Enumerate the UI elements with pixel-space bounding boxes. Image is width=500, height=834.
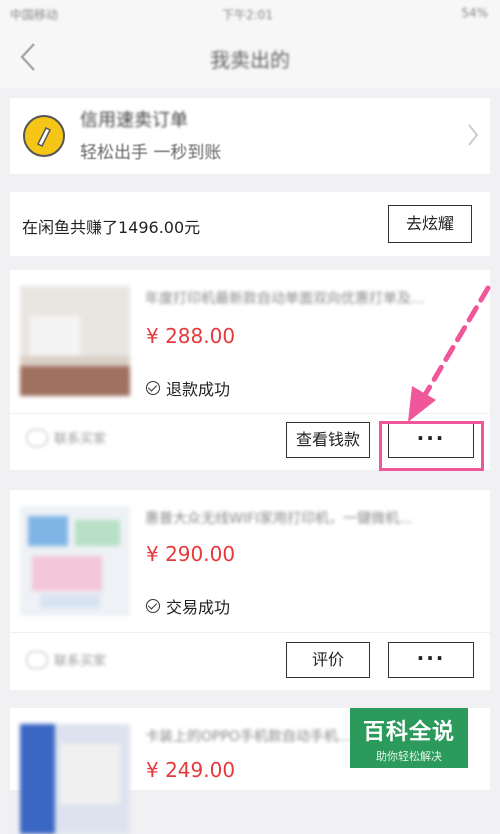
check-circle-icon [146, 599, 160, 613]
order-status: 退款成功 [146, 376, 230, 400]
watermark-logo: 百科全说 助你轻松解决 [350, 708, 468, 768]
order-status-label: 交易成功 [166, 598, 231, 617]
order-price: ¥ 288.00 [146, 324, 236, 348]
chat-bubble-icon [26, 650, 48, 669]
order-status: 交易成功 [146, 594, 230, 618]
check-circle-icon [146, 381, 160, 395]
chevron-right-icon [468, 124, 479, 146]
more-options-button[interactable]: ··· [388, 642, 474, 678]
promo-title: 信用速卖订单 [80, 110, 188, 131]
promo-banner[interactable]: 信用速卖订单 轻松出手 一秒到账 [10, 98, 490, 174]
status-bar: 中国移动 下午2:01 54% [0, 0, 500, 26]
earnings-text: 在闲鱼共赚了1496.00元 [22, 218, 201, 237]
order-title[interactable]: 惠普大众无线WIFI家用打印机，一键微机... [145, 508, 465, 528]
review-button[interactable]: 评价 [286, 642, 370, 678]
order-price: ¥ 249.00 [146, 758, 236, 782]
pointer-arrow-icon [408, 285, 491, 422]
promo-subtitle: 轻松出手 一秒到账 [80, 143, 222, 163]
page-title: 我卖出的 [210, 48, 290, 72]
contact-buyer-label: 联系买家 [54, 432, 107, 447]
product-thumbnail[interactable] [20, 506, 130, 616]
watermark-subtitle: 助你轻松解决 [376, 750, 442, 763]
chat-bubble-icon [26, 428, 48, 447]
watermark-title: 百科全说 [362, 720, 455, 745]
contact-buyer-link[interactable]: 联系买家 [26, 650, 106, 669]
order-card: 惠普大众无线WIFI家用打印机，一键微机... ¥ 290.00 交易成功 联系… [10, 490, 490, 690]
order-status-label: 退款成功 [166, 380, 231, 399]
product-thumbnail[interactable] [20, 286, 130, 396]
highlight-box [379, 421, 484, 471]
clock-label: 下午2:01 [222, 8, 273, 22]
nav-bar: 我卖出的 [0, 26, 500, 88]
earnings-bar: 在闲鱼共赚了1496.00元 去炫耀 [10, 192, 490, 256]
contact-buyer-label: 联系买家 [54, 654, 107, 669]
battery-label: 54% [461, 6, 488, 20]
view-money-button[interactable]: 查看钱款 [286, 422, 370, 458]
carrier-label: 中国移动 [10, 8, 59, 22]
product-thumbnail[interactable] [20, 724, 130, 834]
order-price: ¥ 290.00 [146, 542, 236, 566]
contact-buyer-link[interactable]: 联系买家 [26, 428, 106, 447]
credit-sale-logo-icon [23, 115, 65, 157]
show-off-button[interactable]: 去炫耀 [388, 205, 472, 243]
divider [10, 632, 490, 633]
